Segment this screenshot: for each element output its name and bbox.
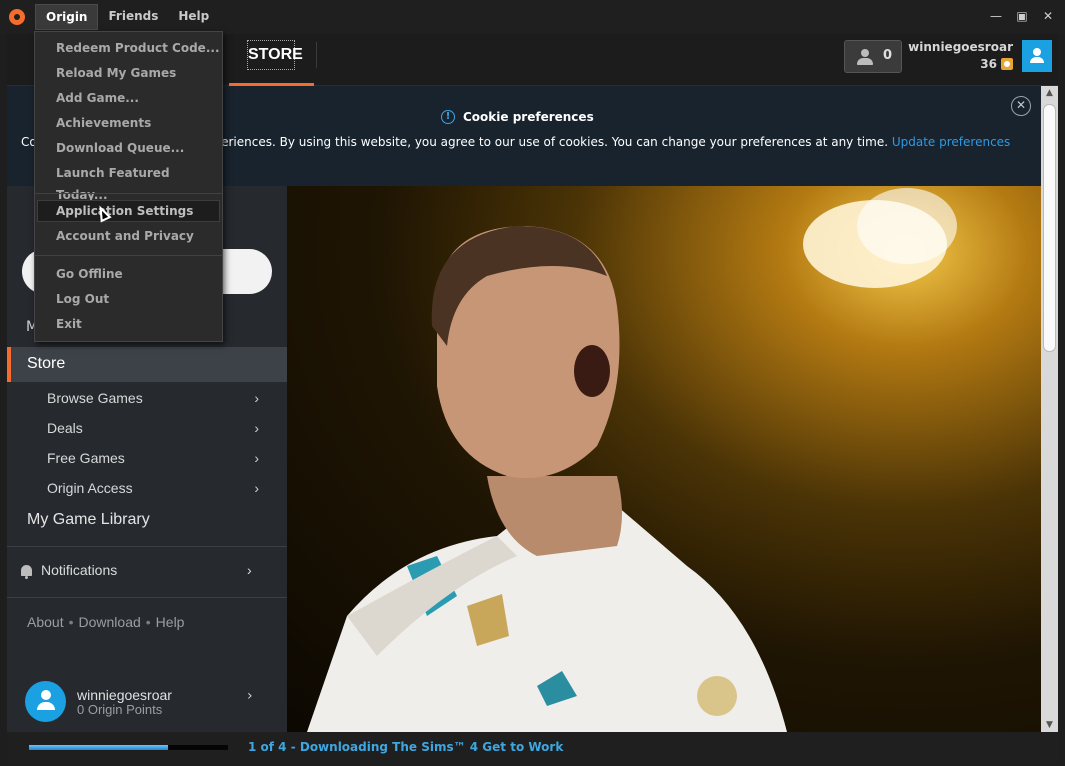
update-preferences-link[interactable]: Update preferences	[892, 135, 1010, 149]
friends-button[interactable]: 0	[844, 40, 902, 73]
download-progress-bar[interactable]	[29, 745, 228, 750]
chevron-right-icon: ›	[254, 450, 259, 466]
menu-origin[interactable]: Origin	[35, 4, 99, 30]
sidebar-item-deals[interactable]: Deals ›	[47, 420, 267, 450]
window-controls: — ▣ ✕	[985, 6, 1059, 26]
download-link[interactable]: Download	[79, 614, 141, 630]
download-progress-fill	[29, 745, 169, 750]
notifications-label: Notifications	[41, 562, 118, 578]
scroll-thumb[interactable]	[1043, 104, 1056, 352]
footer-separator: •	[145, 614, 151, 630]
menu-launch-featured-today[interactable]: Launch Featured Today...	[37, 162, 220, 202]
menu-exit[interactable]: Exit	[37, 313, 220, 335]
menu-redeem-product-code[interactable]: Redeem Product Code...	[37, 37, 220, 59]
friends-icon	[857, 49, 875, 65]
origin-menu-dropdown: Redeem Product Code... Reload My Games A…	[34, 31, 223, 342]
origin-logo-icon[interactable]	[9, 9, 25, 25]
menu-application-settings[interactable]: Application Settings	[37, 200, 220, 222]
chevron-right-icon[interactable]: ›	[247, 688, 253, 704]
sidebar-item-store[interactable]: Store	[7, 347, 287, 382]
sidebar-item-label: Origin Access	[47, 480, 133, 496]
menu-separator	[35, 255, 222, 256]
cookie-close-icon[interactable]: ✕	[1011, 96, 1031, 116]
menu-log-out[interactable]: Log Out	[37, 288, 220, 310]
tab-store[interactable]: STORE	[229, 34, 314, 86]
help-link[interactable]: Help	[156, 614, 185, 630]
menu-download-queue[interactable]: Download Queue...	[37, 137, 220, 159]
sidebar-avatar[interactable]	[25, 681, 66, 722]
menu-bar: Origin Friends Help	[35, 4, 219, 30]
sidebar-item-origin-access[interactable]: Origin Access ›	[47, 480, 267, 510]
chevron-right-icon: ›	[254, 390, 259, 406]
menu-go-offline[interactable]: Go Offline	[37, 263, 220, 285]
menu-reload-my-games[interactable]: Reload My Games	[37, 62, 220, 84]
menu-add-game[interactable]: Add Game...	[37, 87, 220, 109]
footer-separator: •	[68, 614, 74, 630]
sidebar-footer-links: About • Download • Help	[27, 614, 184, 630]
menu-achievements[interactable]: Achievements	[37, 112, 220, 134]
header-username[interactable]: winniegoesroar	[908, 40, 1013, 54]
title-bar: Origin Friends Help — ▣ ✕	[0, 0, 1065, 34]
sidebar-item-label: Free Games	[47, 450, 125, 466]
scroll-up-icon[interactable]: ▲	[1041, 86, 1058, 100]
bell-icon	[21, 565, 32, 579]
origin-points-icon	[1001, 58, 1013, 70]
header-points: 36	[980, 57, 1013, 71]
scroll-down-icon[interactable]: ▼	[1041, 718, 1058, 732]
chevron-right-icon: ›	[254, 420, 259, 436]
hero-banner-image[interactable]	[287, 186, 1041, 732]
user-icon	[1030, 48, 1044, 64]
menu-help[interactable]: Help	[168, 4, 219, 30]
chevron-right-icon: ›	[247, 562, 252, 578]
sidebar-item-free-games[interactable]: Free Games ›	[47, 450, 267, 480]
menu-friends[interactable]: Friends	[98, 4, 168, 30]
hero-illustration	[307, 188, 957, 732]
sidebar-item-label: Deals	[47, 420, 83, 436]
avatar[interactable]	[1022, 40, 1052, 72]
chevron-right-icon: ›	[254, 480, 259, 496]
user-icon	[37, 690, 55, 712]
close-icon[interactable]: ✕	[1037, 6, 1059, 26]
store-tab-label: STORE	[247, 40, 303, 70]
header-points-value: 36	[980, 57, 997, 71]
scrollbar[interactable]: ▲ ▼	[1041, 86, 1058, 732]
sidebar-username[interactable]: winniegoesroar	[77, 687, 172, 703]
menu-account-and-privacy[interactable]: Account and Privacy	[37, 225, 220, 247]
sidebar-item-game-library[interactable]: My Game Library	[27, 511, 150, 529]
maximize-icon[interactable]: ▣	[1011, 6, 1033, 26]
sidebar-item-notifications[interactable]: Notifications ›	[21, 562, 261, 586]
cookie-title: Cookie preferences	[463, 110, 594, 124]
sidebar-origin-points: 0 Origin Points	[77, 702, 163, 717]
header-divider	[316, 42, 317, 68]
menu-separator	[35, 193, 222, 194]
status-bar: 1 of 4 - Downloading The Sims™ 4 Get to …	[7, 732, 1058, 762]
sidebar-item-browse-games[interactable]: Browse Games ›	[47, 390, 267, 420]
sidebar-divider	[7, 597, 287, 598]
sidebar-divider	[7, 546, 287, 547]
info-icon: !	[441, 110, 455, 124]
minimize-icon[interactable]: —	[985, 6, 1007, 26]
about-link[interactable]: About	[27, 614, 64, 630]
download-status-text[interactable]: 1 of 4 - Downloading The Sims™ 4 Get to …	[248, 740, 563, 754]
sidebar-item-label: Browse Games	[47, 390, 143, 406]
friends-count: 0	[883, 48, 893, 63]
cookie-title-row: ! Cookie preferences	[441, 110, 594, 124]
sidebar-item-store-label: Store	[27, 355, 66, 372]
